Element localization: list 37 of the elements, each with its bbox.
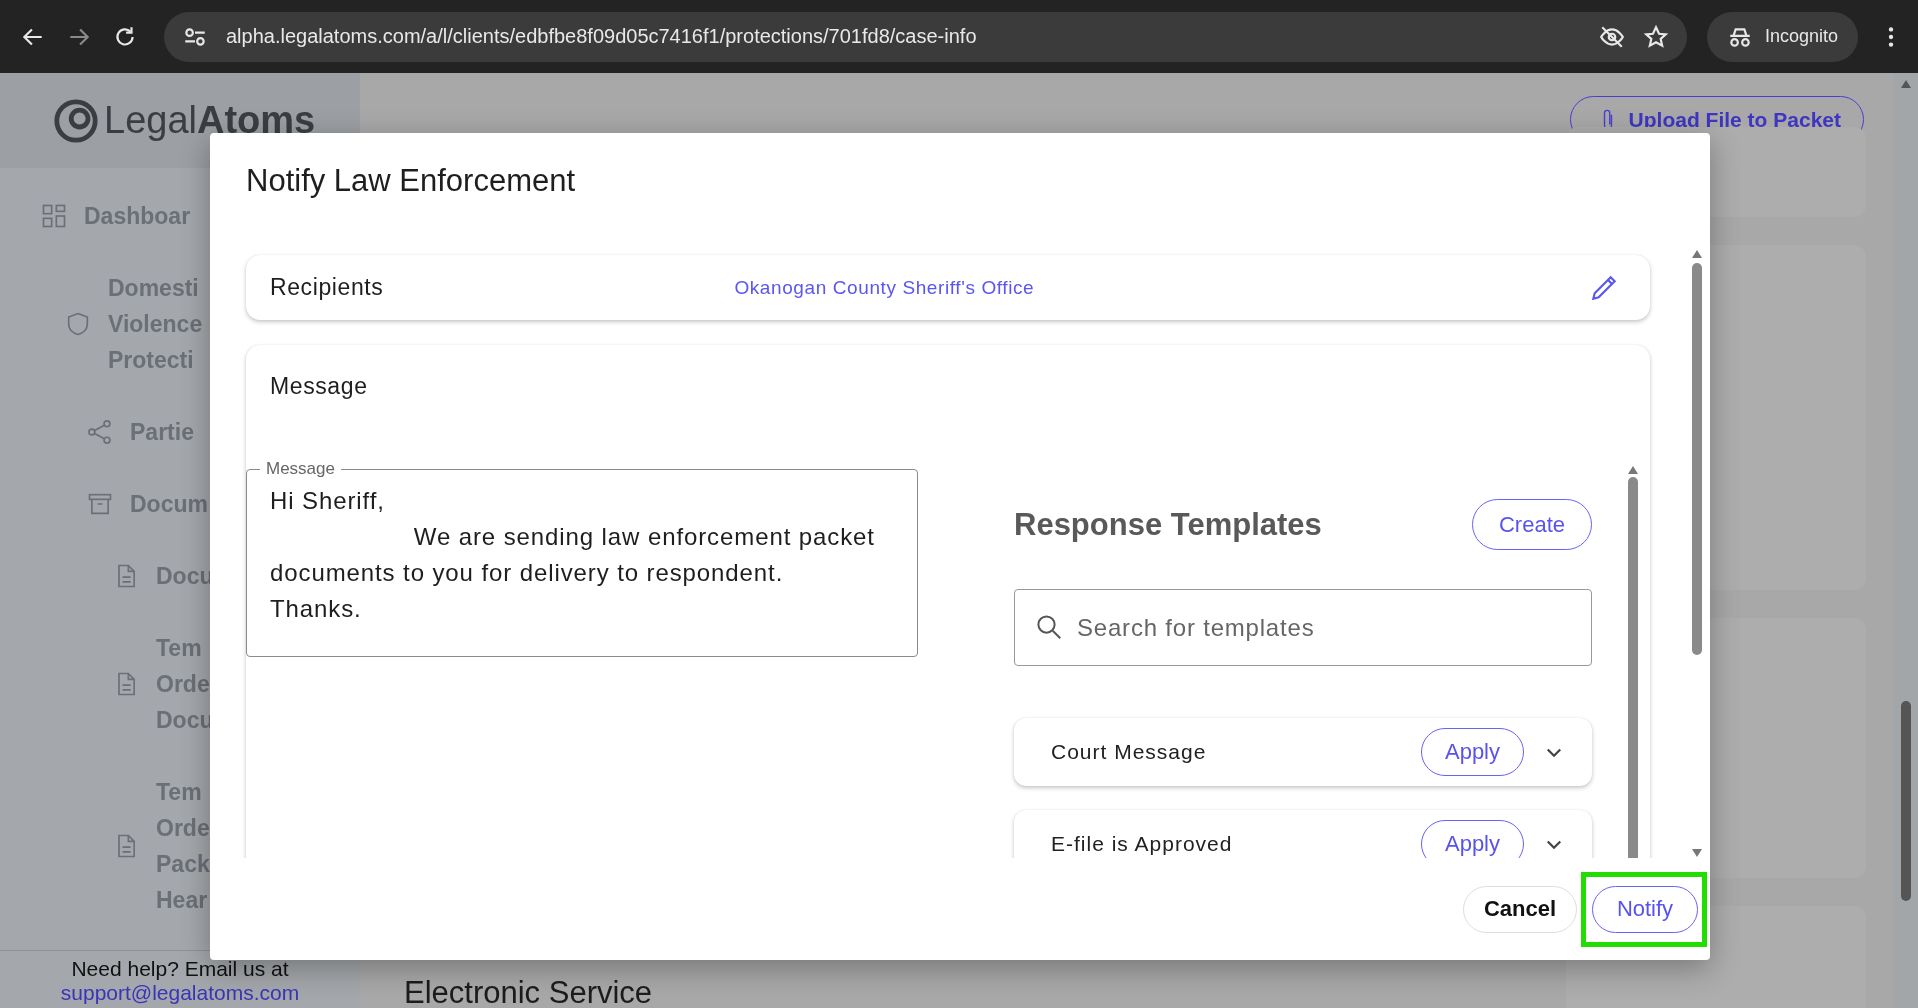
search-icon <box>1034 612 1064 642</box>
template-card[interactable]: E-file is Approved Apply <box>1014 810 1592 858</box>
section-heading: Electronic Service <box>404 978 654 1008</box>
incognito-badge[interactable]: Incognito <box>1706 11 1858 62</box>
create-button[interactable]: Create <box>1472 499 1592 550</box>
template-name: E-file is Approved <box>1051 832 1233 856</box>
templates-heading: Response Templates <box>1014 506 1322 543</box>
scrollbar[interactable] <box>1690 249 1704 858</box>
share-icon <box>86 418 114 446</box>
scrollbar-thumb[interactable] <box>1901 701 1911 901</box>
scrollbar[interactable] <box>1626 465 1640 858</box>
logo-text: LegalAtoms <box>104 99 316 142</box>
scroll-down-icon[interactable] <box>1691 848 1703 858</box>
scroll-up-icon[interactable] <box>1691 249 1703 259</box>
star-icon[interactable] <box>1642 23 1669 50</box>
apply-button[interactable]: Apply <box>1421 820 1524 858</box>
help-text: Need help? Email us at <box>71 957 289 981</box>
message-field[interactable]: Message Hi Sheriff, We are sending law enforcement packet documents to you for delivery to respondent. Thanks. <box>246 459 918 657</box>
scrollbar[interactable] <box>1894 73 1918 1008</box>
dashboard-icon <box>40 202 68 230</box>
template-card[interactable]: Court Message Apply <box>1014 718 1592 786</box>
apply-button[interactable]: Apply <box>1421 728 1524 776</box>
search-field[interactable]: Search for templates <box>1014 589 1592 666</box>
recipients-label: Recipients <box>270 274 384 301</box>
dialog-title: Notify Law Enforcement <box>245 162 577 200</box>
notify-button[interactable]: Notify <box>1592 885 1698 933</box>
scroll-up-icon[interactable] <box>1900 79 1912 89</box>
message-heading: Message <box>270 373 368 399</box>
field-label: Message <box>265 459 336 479</box>
url-text: alpha.legalatoms.com/a/l/clients/edbfbe8f09d05c7416f1/protections/701fd8/case-info <box>226 25 977 48</box>
cancel-button[interactable]: Cancel <box>1463 885 1577 933</box>
logo-icon <box>52 96 100 145</box>
address-bar[interactable]: alpha.legalatoms.com/a/l/clients/edbfbe8f09d05c7416f1/protections/701fd8/case-info <box>164 11 1687 62</box>
scroll-up-icon[interactable] <box>1627 465 1639 475</box>
email-link[interactable]: support@legalatoms.com <box>60 981 300 1005</box>
recipient-link[interactable]: Okanogan County Sheriff's Office <box>734 276 1035 299</box>
template-name: Court Message <box>1051 740 1207 764</box>
